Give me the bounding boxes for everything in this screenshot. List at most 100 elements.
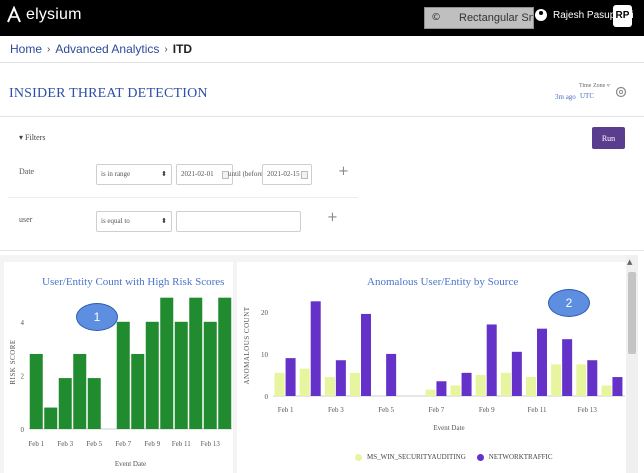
y-tick-label: 20 — [261, 309, 269, 317]
x-tick-label: Feb 13 — [201, 440, 221, 448]
callout-badge-1: 1 — [76, 303, 118, 331]
chart-bar — [587, 360, 598, 396]
y-axis-label: ANOMALOUS COUNT — [243, 306, 251, 384]
scroll-up-arrow-icon[interactable]: ▲ — [627, 258, 632, 266]
chart-bar — [425, 389, 436, 396]
chart-title: User/Entity Count with High Risk Scores — [42, 276, 225, 288]
x-tick-label: Feb 5 — [378, 406, 394, 414]
legend-label[interactable]: MS_WIN_SECURITYAUDITING — [367, 453, 466, 461]
callout-badge-2: 2 — [548, 289, 590, 317]
y-tick-label: 4 — [21, 319, 25, 327]
chart-bar — [562, 339, 573, 396]
chart-bar — [436, 381, 447, 396]
date-operator-value: is in range — [101, 170, 131, 178]
date-from-value: 2021-02-01 — [181, 170, 214, 178]
x-tick-label: Feb 7 — [429, 406, 445, 414]
divider — [0, 62, 644, 63]
chart-bar — [58, 378, 72, 429]
chart-bar — [116, 321, 130, 429]
breadcrumb-current: ITD — [172, 42, 193, 56]
breadcrumb-home[interactable]: Home — [10, 42, 42, 56]
until-label: until (before) — [228, 170, 266, 178]
refresh-ago: 3m ago — [555, 93, 576, 101]
chart-bar — [526, 377, 536, 396]
y-axis-label: RISK SCORE — [9, 339, 17, 384]
chart-bar — [612, 377, 623, 396]
user-value-input[interactable] — [176, 211, 301, 232]
scrollbar-thumb[interactable] — [628, 272, 636, 354]
search-input[interactable]: © Rectangular Sn — [424, 7, 534, 29]
user-icon[interactable] — [535, 9, 547, 21]
chart-bar — [87, 378, 101, 429]
chart-bar — [324, 377, 335, 396]
breadcrumb-advanced-analytics[interactable]: Advanced Analytics — [55, 42, 159, 56]
risk-score-bar-chart: 0 2 4 Feb 1 Feb 3 Feb 5 Feb 7 Feb 9 Feb 11 Feb 13… — [9, 297, 232, 468]
add-date-filter-icon[interactable]: + — [338, 164, 349, 179]
date-to-value: 2021-02-15 — [267, 170, 300, 178]
x-tick-label: Feb 5 — [86, 440, 102, 448]
chart-bar — [551, 364, 562, 396]
x-tick-label: Feb 7 — [115, 440, 131, 448]
x-tick-label: Feb 1 — [28, 440, 44, 448]
divider — [8, 197, 358, 198]
x-tick-label: Feb 13 — [578, 406, 598, 414]
chart-bar — [160, 297, 174, 429]
add-user-filter-icon[interactable]: + — [327, 210, 338, 225]
chart-bar — [601, 385, 612, 396]
chart-bar — [131, 353, 145, 429]
chart-bar — [450, 385, 461, 396]
user-operator-select[interactable]: is equal to ⬍ — [96, 211, 172, 232]
chart-bar — [29, 353, 43, 429]
chart-bar — [386, 353, 397, 396]
date-to-input[interactable]: 2021-02-15 — [262, 164, 312, 185]
chart-bar — [461, 372, 472, 396]
y-tick-label: 0 — [265, 393, 269, 401]
x-axis-label: Event Date — [115, 460, 146, 468]
chart-bar — [486, 324, 497, 396]
gear-icon[interactable] — [615, 86, 627, 98]
timezone-value[interactable]: UTC — [580, 92, 594, 100]
chart-bar — [576, 364, 587, 396]
filters-toggle[interactable]: ▾ Filters — [19, 133, 45, 142]
y-tick-label: 10 — [261, 351, 269, 359]
chart-bar — [44, 407, 58, 429]
chart-bar — [511, 351, 522, 396]
date-operator-select[interactable]: is in range ⬍ — [96, 164, 172, 185]
logo-text: elysium — [26, 6, 82, 23]
date-from-input[interactable]: 2021-02-01 — [176, 164, 233, 185]
y-tick-label: 0 — [21, 426, 25, 434]
legend-swatch — [476, 453, 484, 461]
top-navigation-bar: elysium © Rectangular Sn Rajesh Pasupule… — [0, 0, 644, 36]
legend-label[interactable]: NETWORKTRAFFIC — [489, 453, 553, 461]
x-tick-label: Feb 11 — [528, 406, 547, 414]
date-filter-label: Date — [19, 167, 35, 176]
divider — [0, 116, 644, 117]
run-button[interactable]: Run — [592, 127, 625, 149]
y-tick-label: 2 — [21, 372, 25, 380]
chart-bar — [310, 301, 321, 396]
breadcrumb-separator: › — [164, 43, 168, 55]
breadcrumb: Home › Advanced Analytics › ITD — [10, 42, 192, 56]
avatar[interactable]: RP — [613, 5, 632, 27]
x-tick-label: Feb 3 — [328, 406, 344, 414]
timezone-label[interactable]: Time Zone ▿ — [579, 82, 610, 89]
chart-bar — [189, 297, 203, 429]
chart-bar — [174, 321, 188, 429]
chart-title: Anomalous User/Entity by Source — [367, 276, 519, 288]
user-operator-value: is equal to — [101, 217, 130, 225]
app-logo[interactable]: elysium — [6, 6, 82, 24]
chart-bar — [475, 374, 486, 396]
search-text: Rectangular Sn — [459, 12, 534, 24]
x-tick-label: Feb 3 — [57, 440, 73, 448]
chart-bar — [500, 372, 511, 396]
chart-bar — [350, 372, 360, 396]
legend-swatch — [355, 453, 362, 461]
x-tick-label: Feb 1 — [278, 406, 294, 414]
user-filter-label: user — [19, 215, 33, 224]
chart-bar — [299, 368, 310, 396]
x-axis-label: Event Date — [433, 424, 464, 432]
calendar-icon — [301, 171, 308, 179]
chart-bar — [274, 372, 285, 396]
chart-bar — [285, 358, 296, 396]
chart-bar — [361, 313, 371, 396]
